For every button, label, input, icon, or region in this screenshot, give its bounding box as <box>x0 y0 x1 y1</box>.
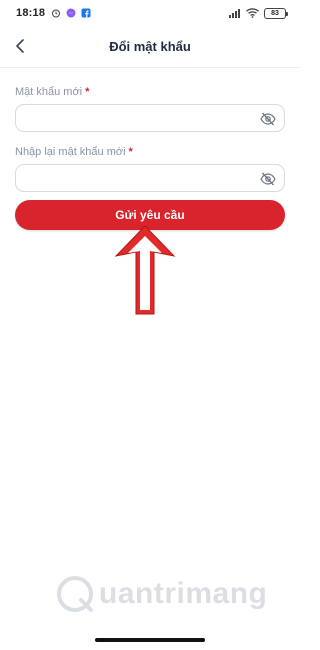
new-password-input[interactable] <box>16 105 284 131</box>
page-title: Đổi mật khẩu <box>109 39 191 54</box>
new-password-label: Mật khẩu mới * <box>15 86 285 98</box>
confirm-password-field: Nhập lại mật khẩu mới * <box>15 146 285 192</box>
required-mark: * <box>85 86 90 98</box>
status-right-icons: 83 <box>229 7 288 19</box>
required-mark: * <box>128 146 133 158</box>
watermark-logo: uantrimang <box>55 570 285 618</box>
new-password-input-wrap <box>15 104 285 132</box>
messenger-icon <box>66 8 76 18</box>
app-header: Đổi mật khẩu <box>0 26 300 68</box>
change-password-form: Mật khẩu mới * Nhập lại mật khẩu mới * <box>15 86 285 206</box>
confirm-password-input-wrap <box>15 164 285 192</box>
new-password-field: Mật khẩu mới * <box>15 86 285 132</box>
battery-icon: 83 <box>264 7 288 19</box>
toggle-visibility-button[interactable] <box>260 171 276 187</box>
toggle-visibility-button[interactable] <box>260 111 276 127</box>
new-password-label-text: Mật khẩu mới <box>15 86 83 98</box>
status-time: 18:18 <box>16 7 46 19</box>
signal-icon <box>229 9 240 18</box>
wifi-icon <box>246 8 259 18</box>
status-left-icons <box>51 8 91 18</box>
watermark-q-icon <box>57 576 93 612</box>
eye-off-icon <box>260 172 276 186</box>
alarm-icon <box>52 9 61 18</box>
back-button[interactable] <box>8 32 32 60</box>
watermark-text: uantrimang <box>99 577 268 610</box>
annotation-arrow-icon <box>114 225 176 315</box>
home-indicator[interactable] <box>95 638 205 642</box>
confirm-password-label-text: Nhập lại mật khẩu mới <box>15 146 126 158</box>
submit-button-label: Gửi yêu cầu <box>115 208 185 222</box>
eye-off-icon <box>260 112 276 126</box>
confirm-password-label: Nhập lại mật khẩu mới * <box>15 146 285 158</box>
status-bar: 18:18 83 <box>0 0 300 26</box>
chevron-left-icon <box>16 39 24 53</box>
confirm-password-input[interactable] <box>16 165 284 191</box>
facebook-icon <box>81 8 91 18</box>
